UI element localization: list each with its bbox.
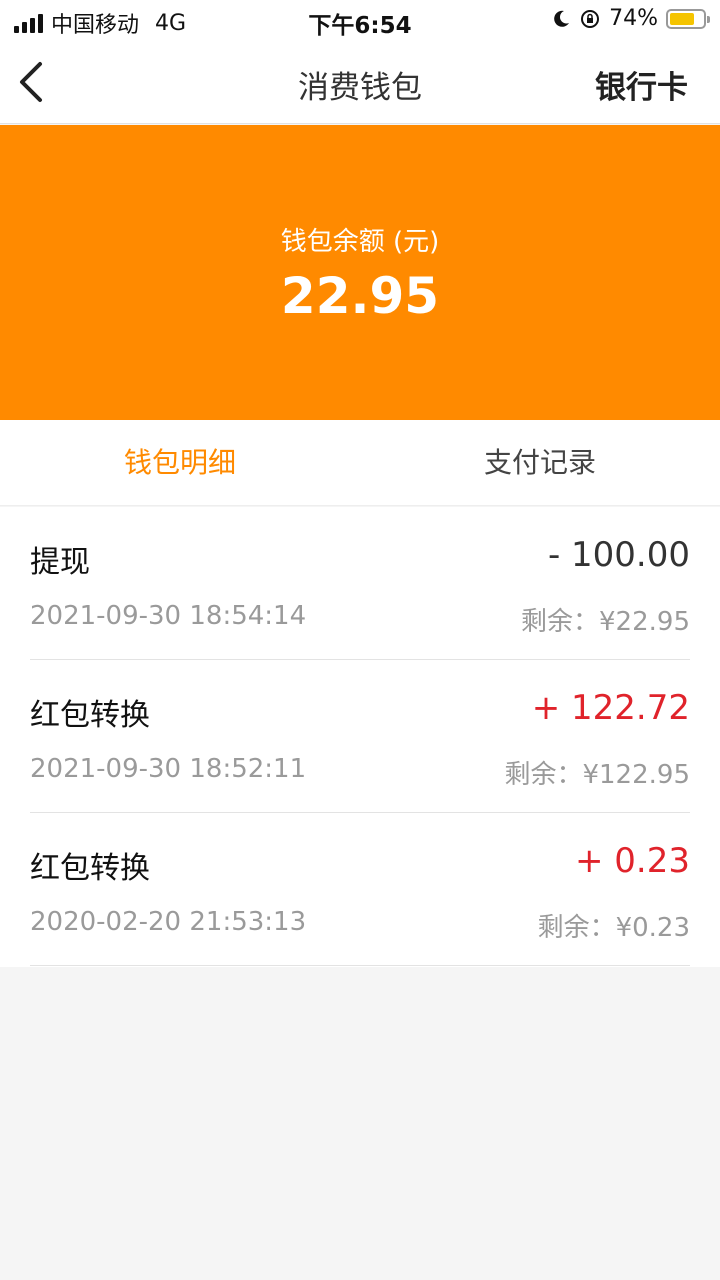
transaction-time: 2020-02-20 21:53:13 xyxy=(30,907,307,937)
rotation-lock-icon xyxy=(581,9,600,28)
bank-card-button[interactable]: 银行卡 xyxy=(595,62,688,107)
battery-level xyxy=(670,12,694,25)
transaction-title: 红包转换 xyxy=(30,851,150,886)
nav-bar: 消费钱包 银行卡 xyxy=(0,40,720,124)
balance-value: 22.95 xyxy=(280,267,440,325)
transaction-time: 2021-09-30 18:52:11 xyxy=(30,754,307,784)
list-item[interactable]: 红包转换 + 0.23 2020-02-20 21:53:13 剩余：¥0.23 xyxy=(30,813,690,966)
transaction-amount: - 100.00 xyxy=(547,535,690,575)
tab-wallet-details[interactable]: 钱包明细 xyxy=(0,420,360,505)
transaction-amount: + 0.23 xyxy=(575,841,690,881)
transaction-time: 2021-09-30 18:54:14 xyxy=(30,601,307,631)
tab-bar: 钱包明细 支付记录 xyxy=(0,420,720,506)
status-bar: 中国移动 4G 下午6:54 74% xyxy=(0,0,720,40)
remaining-balance: 剩余：¥0.23 xyxy=(537,913,690,943)
transaction-title: 提现 xyxy=(30,545,90,580)
battery-icon xyxy=(666,8,710,29)
remaining-balance: 剩余：¥122.95 xyxy=(504,760,690,790)
transaction-amount: + 122.72 xyxy=(531,688,690,728)
moon-icon xyxy=(554,10,570,27)
transaction-list: 提现 - 100.00 2021-09-30 18:54:14 剩余：¥22.9… xyxy=(0,507,720,967)
balance-banner: 钱包余额 (元) 22.95 xyxy=(0,125,720,420)
tab-payment-records[interactable]: 支付记录 xyxy=(360,420,720,505)
remaining-balance: 剩余：¥22.95 xyxy=(521,607,690,637)
balance-label: 钱包余额 (元) xyxy=(280,227,440,257)
battery-percent: 74% xyxy=(609,6,658,31)
list-item[interactable]: 提现 - 100.00 2021-09-30 18:54:14 剩余：¥22.9… xyxy=(30,507,690,660)
status-right: 74% xyxy=(551,6,710,31)
transaction-title: 红包转换 xyxy=(30,698,150,733)
list-item[interactable]: 红包转换 + 122.72 2021-09-30 18:52:11 剩余：¥12… xyxy=(30,660,690,813)
